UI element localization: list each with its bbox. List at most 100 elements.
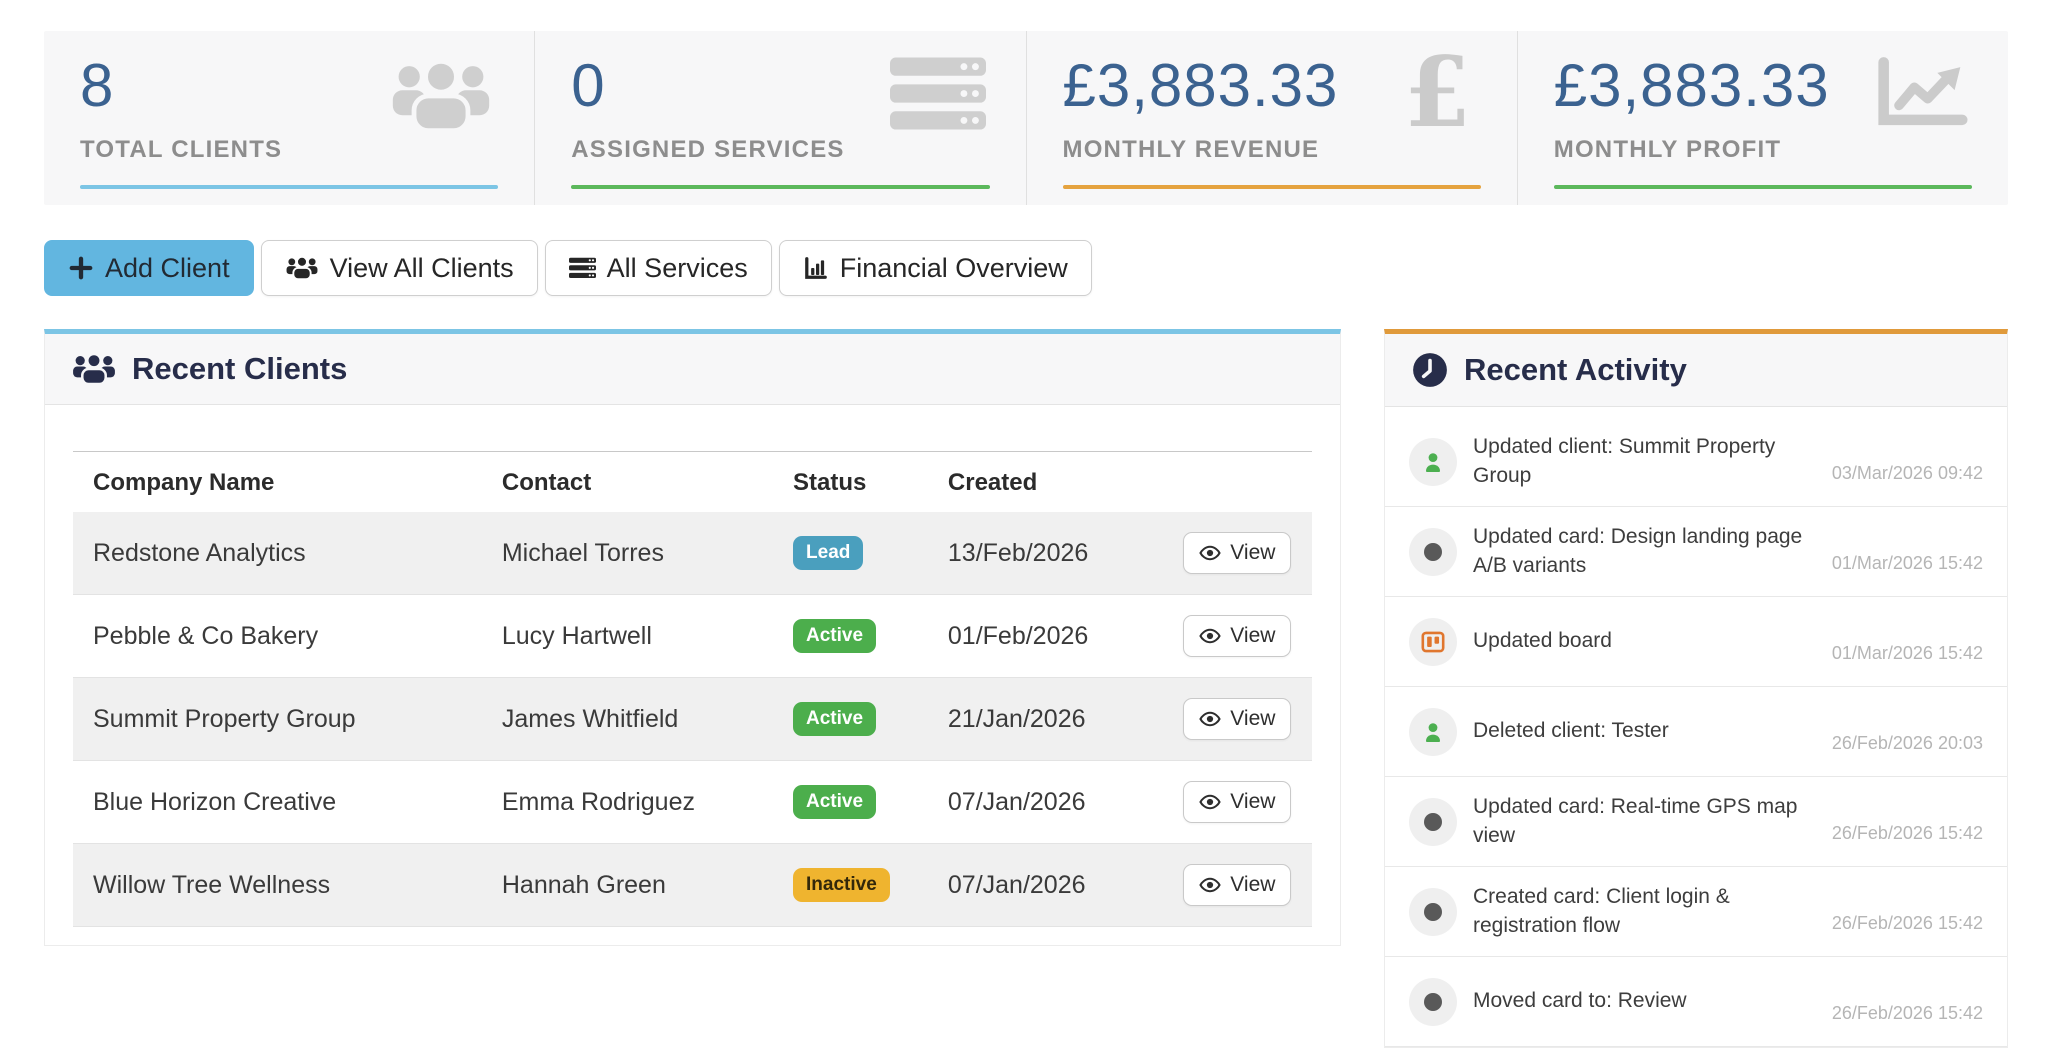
client-company: Willow Tree Wellness — [73, 844, 482, 927]
status-badge: Inactive — [793, 868, 890, 902]
financial-overview-button[interactable]: Financial Overview — [779, 240, 1092, 296]
board-icon — [1420, 629, 1446, 655]
client-company: Summit Property Group — [73, 678, 482, 761]
view-button[interactable]: View — [1183, 698, 1291, 740]
eye-icon — [1199, 542, 1221, 564]
column-header-created: Created — [928, 452, 1163, 513]
recent-activity-panel: Recent Activity Updated client: Summit P… — [1384, 329, 2008, 1048]
panel-title: Recent Activity — [1464, 352, 1687, 388]
stat-label: MONTHLY PROFIT — [1554, 136, 1972, 164]
eye-icon — [1199, 791, 1221, 813]
recent-clients-panel: Recent Clients Company Name Contact Stat… — [44, 329, 1341, 946]
server-icon — [569, 256, 596, 280]
client-created: 01/Feb/2026 — [928, 595, 1163, 678]
client-created: 13/Feb/2026 — [928, 512, 1163, 595]
list-item: Deleted client: Tester 26/Feb/2026 20:03 — [1385, 687, 2007, 777]
add-client-button[interactable]: Add Client — [44, 240, 254, 296]
client-created: 07/Jan/2026 — [928, 761, 1163, 844]
users-icon — [71, 352, 117, 386]
status-badge: Active — [793, 785, 876, 819]
view-all-clients-button[interactable]: View All Clients — [261, 240, 538, 296]
stat-accent-bar — [80, 185, 498, 189]
circle-icon — [1424, 813, 1442, 831]
view-button[interactable]: View — [1183, 864, 1291, 906]
activity-icon — [1409, 888, 1457, 936]
chart-line-icon — [1876, 57, 1968, 129]
server-icon — [890, 57, 986, 131]
bar-chart-icon — [803, 255, 829, 281]
all-services-button[interactable]: All Services — [545, 240, 772, 296]
client-contact: James Whitfield — [482, 678, 773, 761]
activity-timestamp: 26/Feb/2026 15:42 — [1832, 823, 1983, 844]
list-item: Updated card: Design landing page A/B va… — [1385, 507, 2007, 597]
client-company: Blue Horizon Creative — [73, 761, 482, 844]
activity-timestamp: 01/Mar/2026 15:42 — [1832, 643, 1983, 664]
activity-timestamp: 26/Feb/2026 15:42 — [1832, 913, 1983, 934]
circle-icon — [1424, 993, 1442, 1011]
circle-icon — [1424, 543, 1442, 561]
view-button[interactable]: View — [1183, 615, 1291, 657]
client-contact: Hannah Green — [482, 844, 773, 927]
eye-icon — [1199, 874, 1221, 896]
stat-label: ASSIGNED SERVICES — [571, 136, 989, 164]
client-contact: Emma Rodriguez — [482, 761, 773, 844]
activity-icon — [1409, 978, 1457, 1026]
plus-icon — [68, 255, 94, 281]
users-icon — [388, 57, 494, 135]
client-contact: Michael Torres — [482, 512, 773, 595]
panel-title: Recent Clients — [132, 351, 347, 387]
activity-timestamp: 26/Feb/2026 20:03 — [1832, 733, 1983, 754]
status-badge: Lead — [793, 536, 863, 570]
stat-accent-bar — [571, 185, 989, 189]
stat-total-clients: 8 TOTAL CLIENTS — [44, 31, 534, 205]
stat-monthly-revenue: £3,883.33 MONTHLY REVENUE £ — [1026, 31, 1517, 205]
activity-text: Moved card to: Review — [1473, 987, 1818, 1015]
recent-clients-table: Company Name Contact Status Created Reds… — [73, 451, 1312, 927]
activity-icon — [1409, 438, 1457, 486]
activity-icon — [1409, 618, 1457, 666]
list-item: Created card: Client login & registratio… — [1385, 867, 2007, 957]
table-row: Summit Property Group James Whitfield Ac… — [73, 678, 1312, 761]
view-all-clients-label: View All Clients — [330, 253, 514, 284]
stat-accent-bar — [1063, 185, 1481, 189]
list-item: Updated card: Real-time GPS map view 26/… — [1385, 777, 2007, 867]
clock-icon — [1411, 351, 1449, 389]
recent-clients-header: Recent Clients — [45, 334, 1340, 405]
view-button-label: View — [1230, 541, 1275, 565]
activity-icon — [1409, 708, 1457, 756]
client-contact: Lucy Hartwell — [482, 595, 773, 678]
table-row: Pebble & Co Bakery Lucy Hartwell Active … — [73, 595, 1312, 678]
panels-row: Recent Clients Company Name Contact Stat… — [44, 329, 2008, 1048]
activity-text: Updated client: Summit Property Group — [1473, 433, 1818, 490]
recent-activity-header: Recent Activity — [1385, 334, 2007, 407]
activity-timestamp: 26/Feb/2026 15:42 — [1832, 1003, 1983, 1024]
users-icon — [285, 255, 319, 281]
financial-overview-label: Financial Overview — [840, 253, 1068, 284]
column-header-status: Status — [773, 452, 928, 513]
pound-icon: £ — [1404, 45, 1471, 141]
all-services-label: All Services — [607, 253, 748, 284]
activity-text: Created card: Client login & registratio… — [1473, 883, 1818, 940]
activity-text: Updated card: Real-time GPS map view — [1473, 793, 1818, 850]
stats-strip: 8 TOTAL CLIENTS 0 ASSIGNED SERVICES — [44, 31, 2008, 205]
activity-list: Updated client: Summit Property Group 03… — [1385, 407, 2007, 1047]
column-header-contact: Contact — [482, 452, 773, 513]
view-button[interactable]: View — [1183, 781, 1291, 823]
add-client-label: Add Client — [105, 253, 230, 284]
user-icon — [1421, 450, 1445, 474]
view-button-label: View — [1230, 624, 1275, 648]
list-item: Updated board 01/Mar/2026 15:42 — [1385, 597, 2007, 687]
actions-row: Add Client View All Clients — [44, 240, 2008, 296]
client-company: Redstone Analytics — [73, 512, 482, 595]
view-button-label: View — [1230, 707, 1275, 731]
client-created: 21/Jan/2026 — [928, 678, 1163, 761]
activity-text: Updated board — [1473, 627, 1818, 655]
circle-icon — [1424, 903, 1442, 921]
view-button[interactable]: View — [1183, 532, 1291, 574]
view-button-label: View — [1230, 873, 1275, 897]
user-icon — [1421, 720, 1445, 744]
column-header-actions — [1163, 452, 1312, 513]
recent-clients-body: Company Name Contact Status Created Reds… — [45, 405, 1340, 945]
table-header-row: Company Name Contact Status Created — [73, 452, 1312, 513]
table-row: Redstone Analytics Michael Torres Lead 1… — [73, 512, 1312, 595]
